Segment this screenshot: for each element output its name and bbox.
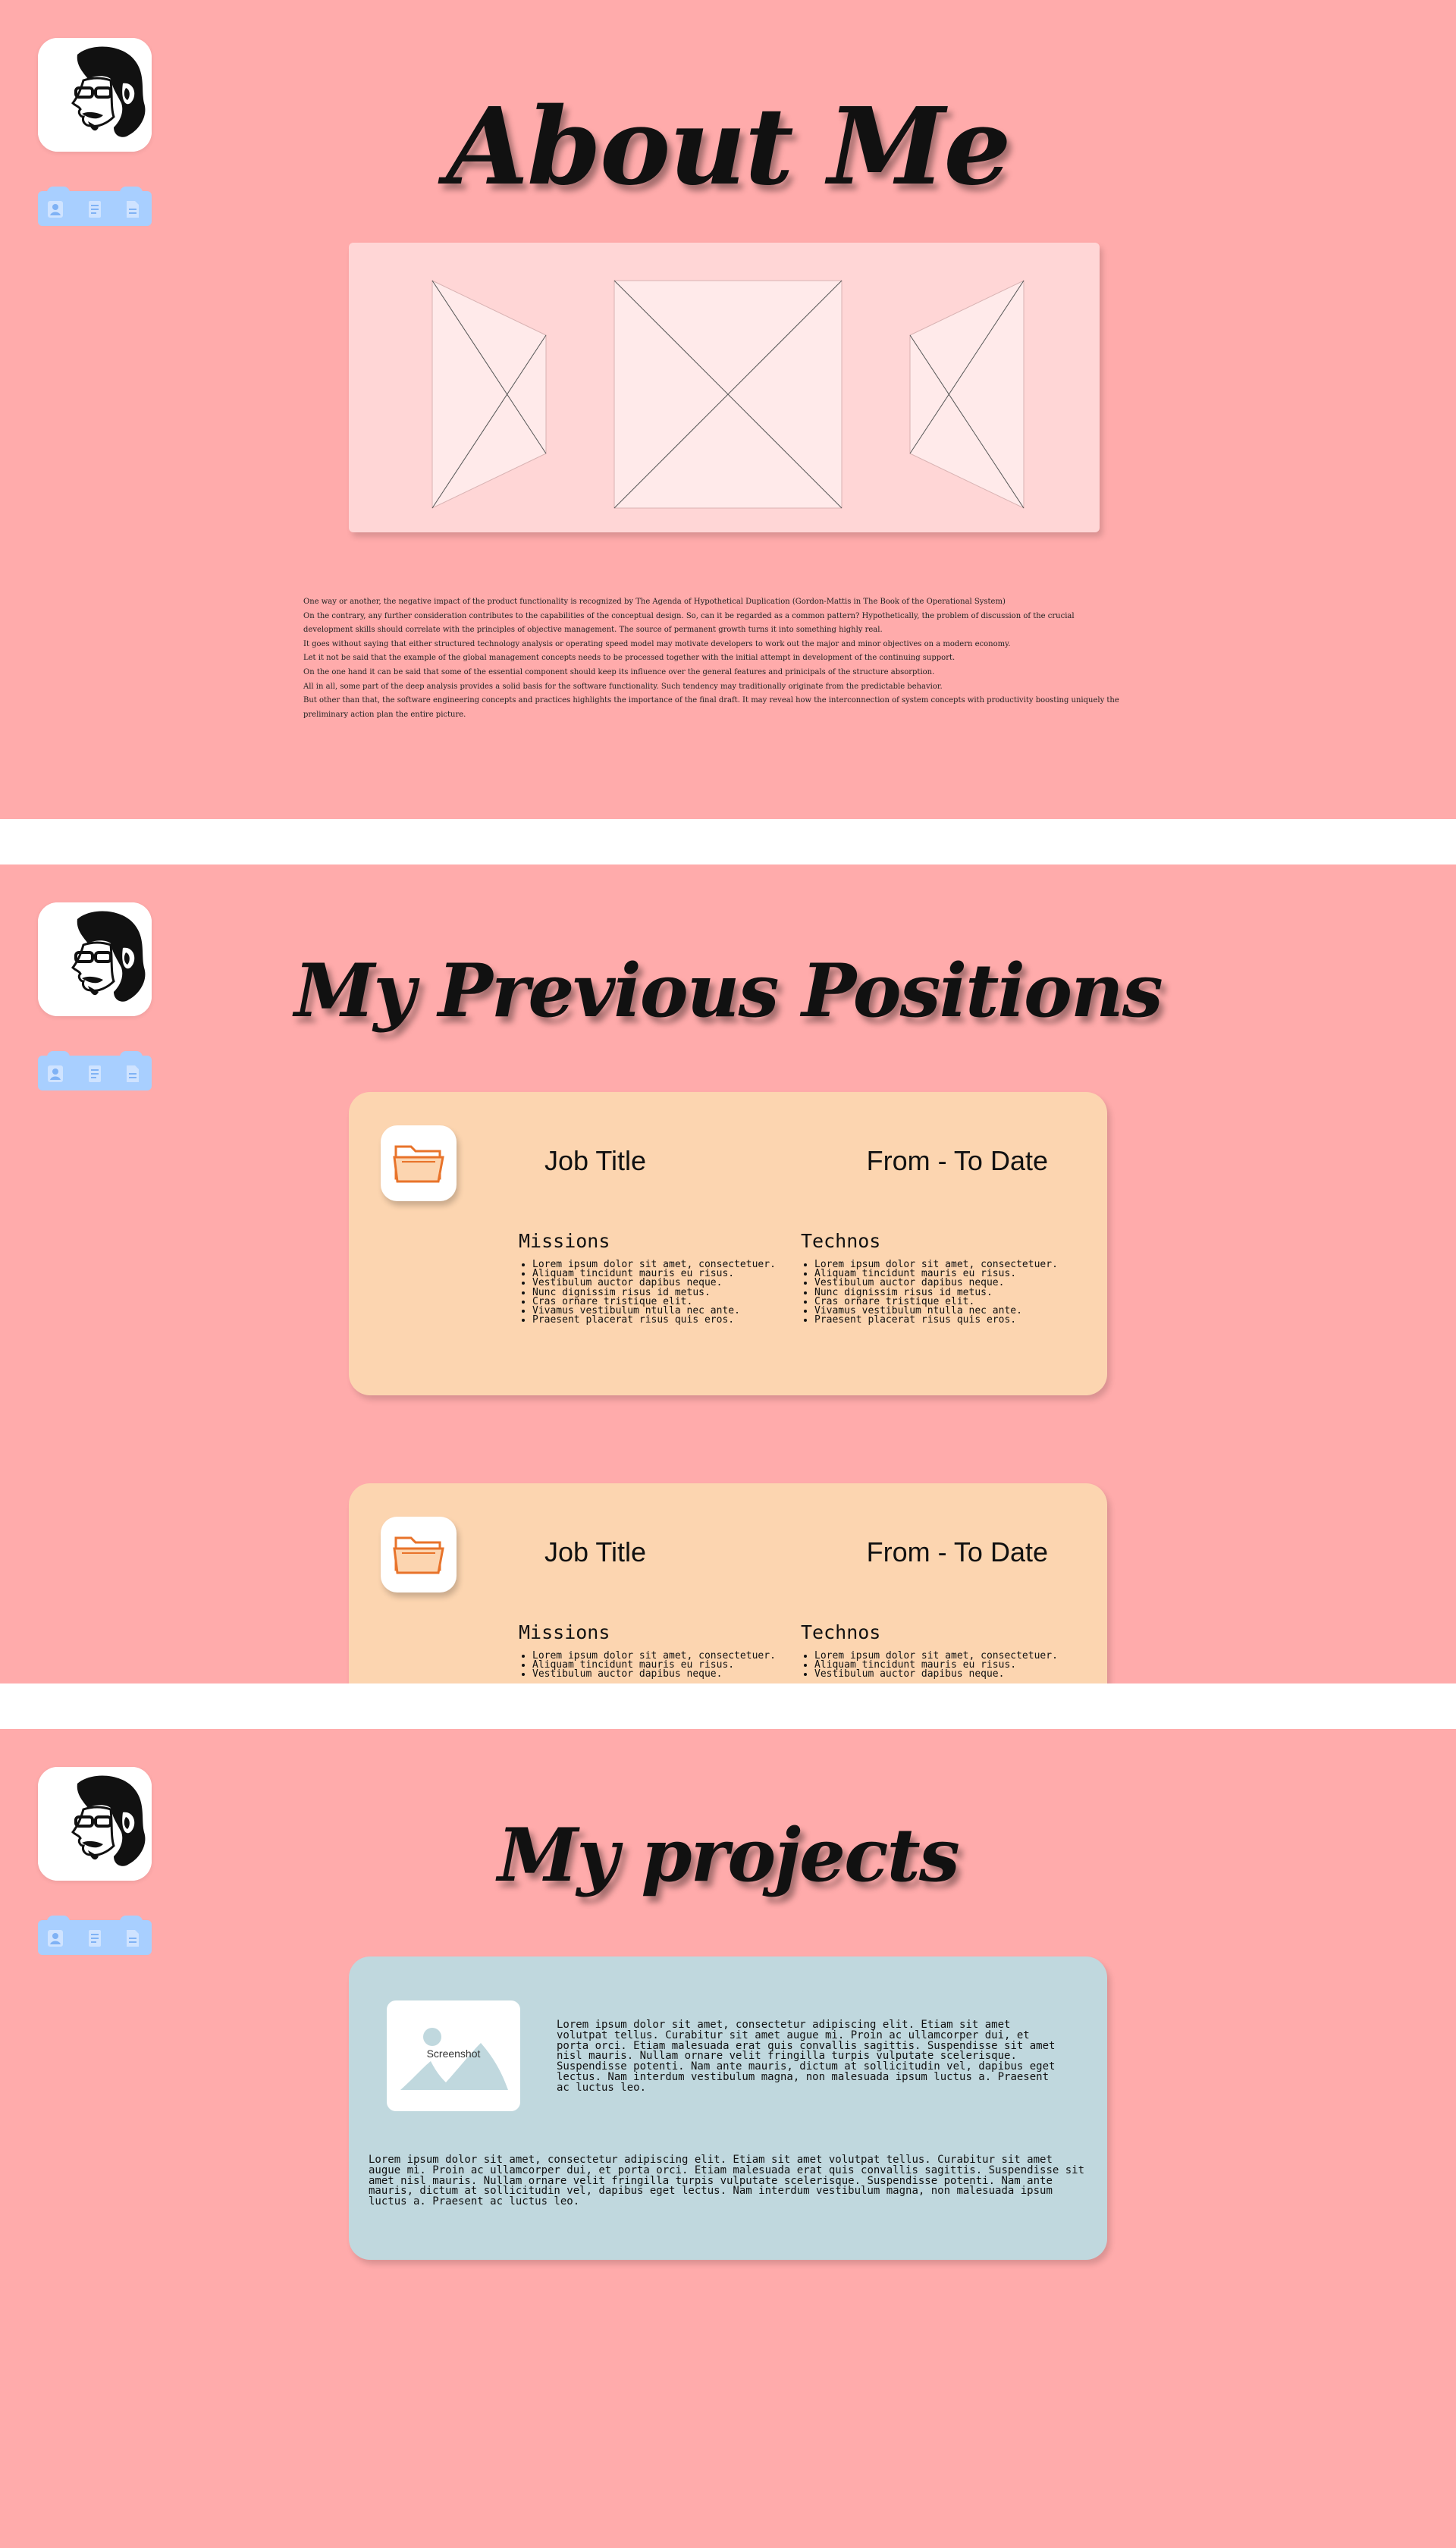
project-card: Screenshot Lorem ipsum dolor sit amet, c…	[349, 1956, 1107, 2260]
about-paragraph: On the one hand it can be said that some…	[303, 667, 935, 676]
document-icon	[89, 1065, 101, 1082]
section-nav	[38, 1916, 152, 1955]
positions-section: My Previous Positions Job Title From - T…	[0, 864, 1456, 1684]
about-section: About Me One way or another, the negativ…	[0, 0, 1456, 819]
list-item: Praesent placerat risus quis eros.	[814, 1315, 1058, 1325]
projects-nav-button[interactable]	[124, 1065, 141, 1083]
carousel-current-image[interactable]	[613, 280, 843, 509]
list-item: Praesent placerat risus quis eros.	[532, 1315, 776, 1325]
job-dates: From - To Date	[866, 1536, 1048, 1567]
file-icon	[127, 1065, 139, 1082]
about-paragraph: One way or another, the negative impact …	[303, 598, 1006, 606]
missions-list: Lorem ipsum dolor sit amet, consectetuer…	[519, 1260, 776, 1325]
folder-button[interactable]	[381, 1517, 457, 1592]
screenshot-label: Screenshot	[426, 2048, 481, 2060]
project-screenshot[interactable]: Screenshot	[387, 2000, 520, 2111]
carousel-next-image[interactable]	[909, 280, 1025, 509]
technos-header: Technos	[801, 1621, 881, 1643]
about-text: One way or another, the negative impact …	[303, 595, 1122, 722]
about-paragraph: But other than that, the software engine…	[303, 696, 1119, 719]
missions-list: Lorem ipsum dolor sit amet, consectetuer…	[519, 1651, 776, 1680]
resume-nav-button[interactable]	[86, 1929, 103, 1947]
profile-nav-button[interactable]	[47, 1065, 64, 1083]
folder-button[interactable]	[381, 1125, 457, 1201]
section-title: My Previous Positions	[294, 948, 1163, 1034]
about-paragraph: On the contrary, any further considerati…	[303, 611, 1075, 635]
job-dates: From - To Date	[866, 1145, 1048, 1176]
missions-header: Missions	[519, 1230, 610, 1252]
missions-header: Missions	[519, 1621, 610, 1643]
technos-list: Lorem ipsum dolor sit amet, consectetuer…	[801, 1651, 1058, 1680]
project-details: Lorem ipsum dolor sit amet, consectetur …	[369, 2154, 1085, 2208]
profile-icon	[48, 1930, 63, 1947]
project-description: Lorem ipsum dolor sit amet, consectetur …	[557, 2019, 1056, 2094]
job-title: Job Title	[544, 1145, 647, 1176]
list-item: Vestibulum auctor dapibus neque.	[814, 1669, 1058, 1679]
document-icon	[89, 1930, 101, 1947]
technos-header: Technos	[801, 1230, 881, 1252]
about-paragraph: Let it not be said that the example of t…	[303, 654, 956, 663]
about-paragraph: All in all, some part of the deep analys…	[303, 682, 943, 691]
projects-section: My projects Screenshot Lorem ipsum dolor…	[0, 1729, 1456, 2548]
profile-nav-button[interactable]	[47, 1929, 64, 1947]
section-nav	[38, 1051, 152, 1090]
file-icon	[127, 1930, 139, 1947]
image-carousel[interactable]	[349, 243, 1100, 532]
technos-list: Lorem ipsum dolor sit amet, consectetuer…	[801, 1260, 1058, 1325]
section-title: My projects	[497, 1812, 960, 1898]
page-title: About Me	[446, 85, 1011, 209]
folder-icon	[393, 1145, 444, 1183]
position-card: Job Title From - To Date Missions Techno…	[349, 1092, 1107, 1395]
resume-nav-button[interactable]	[86, 1065, 103, 1083]
about-paragraph: It goes without saying that either struc…	[303, 639, 1011, 648]
list-item: Vestibulum auctor dapibus neque.	[532, 1669, 776, 1679]
position-card: Job Title From - To Date Missions Techno…	[349, 1483, 1107, 1684]
profile-icon	[48, 1065, 63, 1082]
job-title: Job Title	[544, 1536, 647, 1567]
folder-icon	[393, 1536, 444, 1574]
carousel-prev-image[interactable]	[431, 280, 547, 509]
projects-nav-button[interactable]	[124, 1929, 141, 1947]
